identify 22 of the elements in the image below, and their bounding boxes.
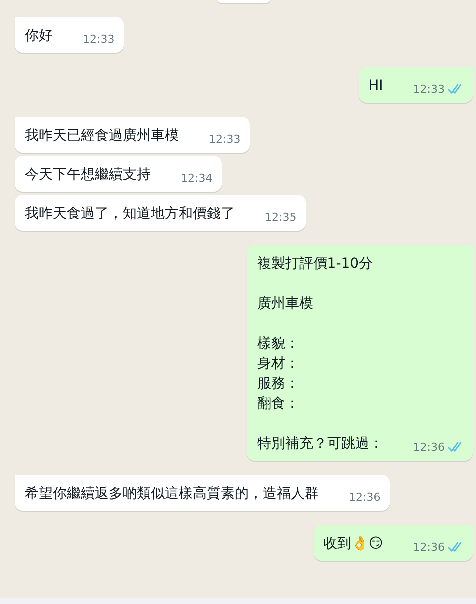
message-line: 廣州車模 [257, 295, 314, 314]
message-time: 12:33 [209, 132, 241, 147]
message-time: 12:33 [83, 32, 115, 47]
message-line: 翻食： [257, 395, 300, 414]
message-time: 12:36 [413, 540, 445, 555]
message-text: 希望你繼續返多啲類似這樣高質素的，造福人群 [25, 485, 319, 504]
message-text: 收到👌😏 [324, 534, 384, 554]
message-time: 12:36 [349, 490, 381, 505]
message-text: HI [368, 77, 384, 96]
message-time: 12:35 [265, 210, 297, 225]
message-time: 12:36 [413, 440, 445, 455]
message-line: 樣貌： [257, 335, 300, 354]
message-line: 身材： [257, 355, 300, 374]
message-line: 特別補充？可跳過： [257, 435, 384, 454]
message-text: 你好 [25, 27, 53, 46]
message-text: 我昨天已經食過廣州車模 [25, 127, 179, 146]
message-line: 服務： [257, 375, 300, 394]
message-time: 12:34 [181, 171, 213, 186]
message-text: 今天下午想繼續支持 [25, 166, 151, 185]
message-text: 我昨天食過了，知道地方和價錢了 [25, 205, 235, 224]
message-time: 12:33 [413, 82, 445, 97]
message-line: 複製打評價1-10分 [257, 255, 374, 274]
